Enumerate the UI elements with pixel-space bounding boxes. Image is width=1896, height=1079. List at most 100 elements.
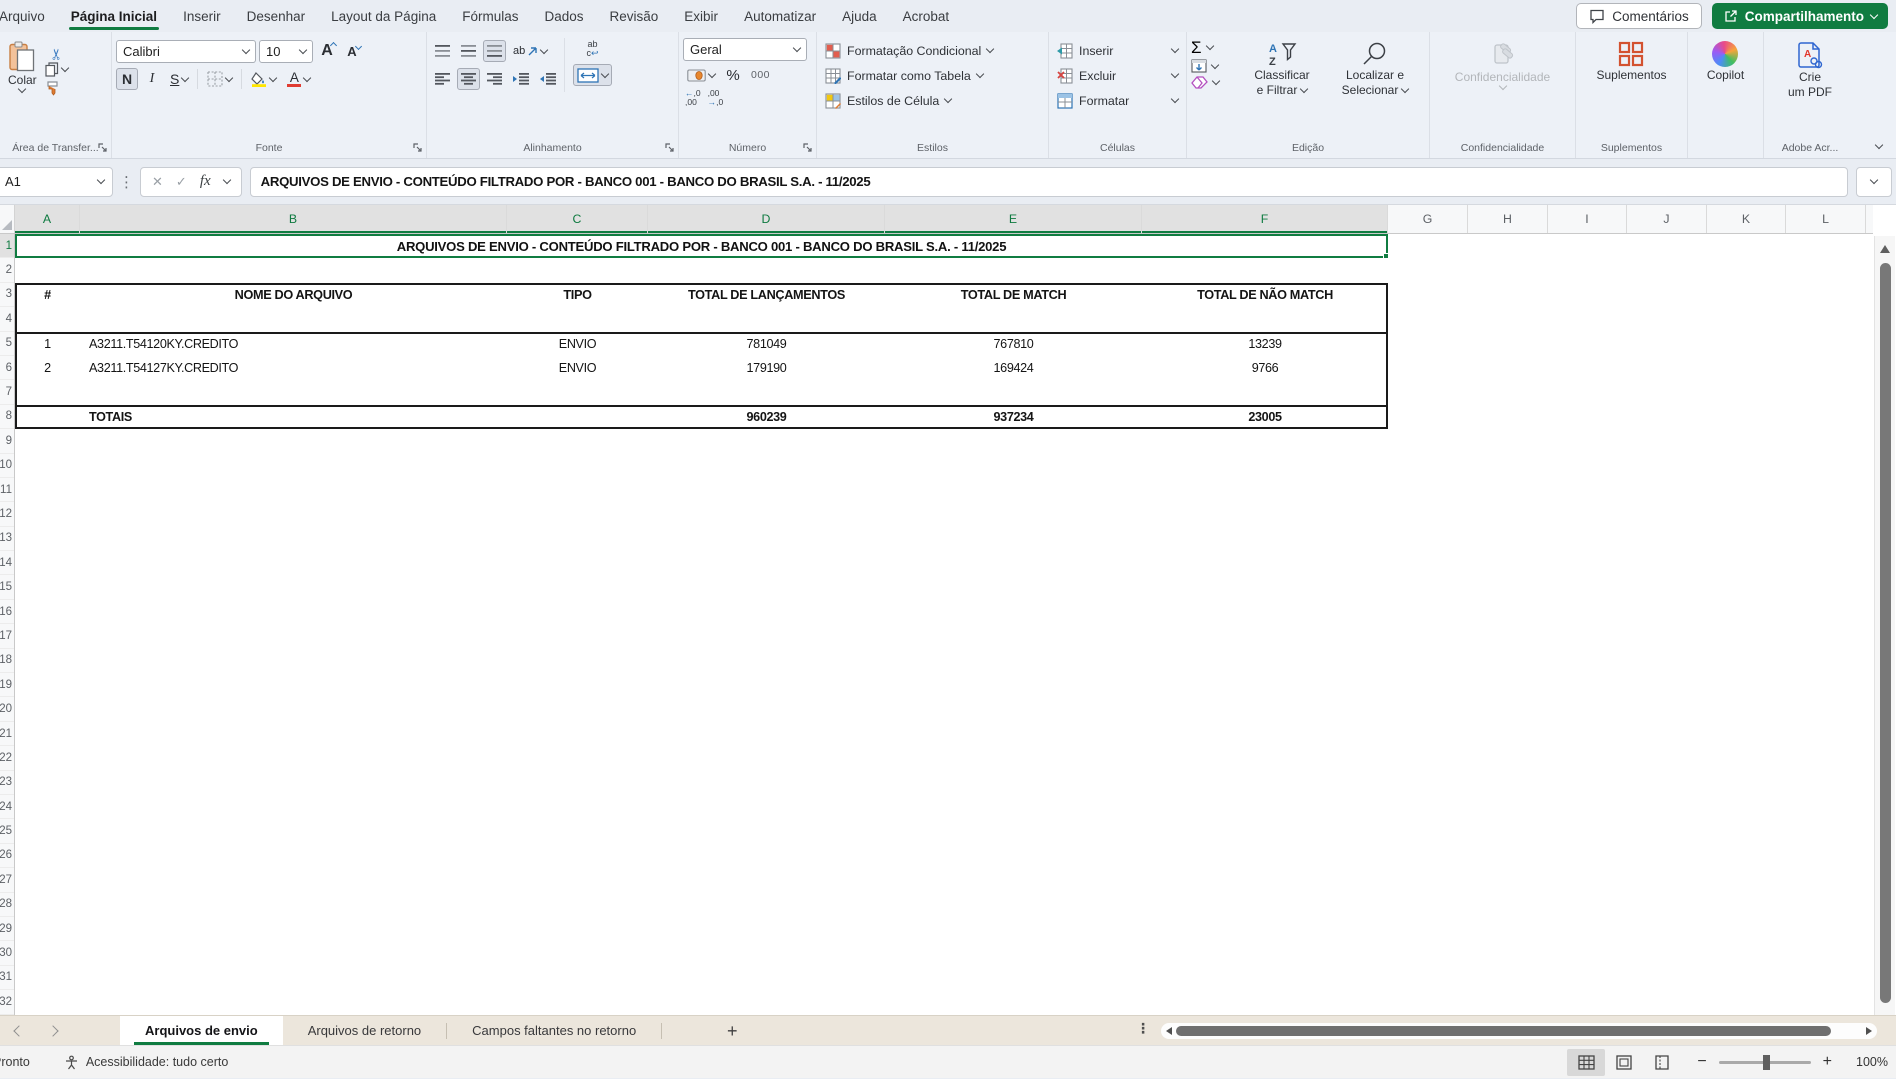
row-header-6[interactable]: 6 [0, 356, 14, 381]
row-header-12[interactable]: 12 [0, 502, 14, 527]
menu-tab-inserir[interactable]: Inserir [170, 0, 234, 32]
menu-tab-automatizar[interactable]: Automatizar [731, 0, 829, 32]
italic-button[interactable]: I [141, 68, 163, 90]
format-cells-button[interactable]: Formatar [1053, 88, 1182, 113]
font-size-select[interactable]: 10 [259, 39, 313, 63]
insert-cells-button[interactable]: Inserir [1053, 38, 1182, 63]
percent-icon[interactable]: % [722, 64, 744, 86]
font-name-select[interactable]: Calibri [116, 39, 256, 63]
menu-tab-acrobat[interactable]: Acrobat [890, 0, 963, 32]
zoom-slider-thumb[interactable] [1762, 1054, 1770, 1070]
enter-icon[interactable]: ✓ [176, 174, 187, 190]
clear-button[interactable] [1191, 76, 1235, 89]
dialog-launcher-icon[interactable] [803, 143, 813, 153]
column-header-L[interactable]: L [1786, 205, 1866, 233]
row-header-13[interactable]: 13 [0, 527, 14, 552]
column-header-F[interactable]: F [1142, 205, 1388, 233]
row-header-3[interactable]: 3 [0, 283, 14, 308]
header-cell[interactable]: TOTAL DE NÃO MATCH [1142, 288, 1388, 302]
comments-button[interactable]: Comentários [1576, 3, 1702, 29]
scroll-right-icon[interactable] [1866, 1027, 1872, 1035]
row-header-21[interactable]: 21 [0, 722, 14, 747]
delete-cells-button[interactable]: Excluir [1053, 63, 1182, 88]
increase-decimal-icon[interactable]: ←,0,00 [683, 89, 703, 107]
empty-row[interactable] [15, 258, 1388, 282]
totals-label[interactable]: TOTAIS [80, 410, 507, 424]
column-header-I[interactable]: I [1548, 205, 1627, 233]
row-header-9[interactable]: 9 [0, 429, 14, 454]
borders-button[interactable] [203, 68, 236, 90]
row-header-29[interactable]: 29 [0, 917, 14, 942]
column-header-B[interactable]: B [80, 205, 507, 233]
empty-row[interactable] [15, 380, 1388, 404]
zoom-out-button[interactable]: − [1697, 1054, 1706, 1070]
menu-tab-ajuda[interactable]: Ajuda [829, 0, 890, 32]
create-pdf-button[interactable]: A Crie um PDF [1784, 38, 1836, 102]
row-header-7[interactable]: 7 [0, 380, 14, 405]
format-as-table-button[interactable]: Formatar como Tabela [821, 63, 1044, 88]
row-header-14[interactable]: 14 [0, 551, 14, 576]
cell[interactable]: A3211.T54127KY.CREDITO [80, 361, 507, 375]
sheet-tab-arquivos-de-retorno[interactable]: Arquivos de retorno [283, 1016, 446, 1045]
cell[interactable]: ENVIO [507, 337, 648, 351]
cell[interactable]: A3211.T54120KY.CREDITO [80, 337, 507, 351]
menu-tab-dados[interactable]: Dados [531, 0, 596, 32]
dialog-launcher-icon[interactable] [98, 143, 108, 153]
menu-tab-formulas[interactable]: Fórmulas [449, 0, 531, 32]
scroll-up-icon[interactable] [1880, 245, 1890, 253]
add-sheet-button[interactable]: + [717, 1022, 747, 1040]
align-center-icon[interactable] [457, 68, 480, 90]
zoom-in-button[interactable]: + [1823, 1054, 1832, 1070]
paste-button[interactable]: Colar [4, 38, 41, 96]
number-format-select[interactable]: Geral [683, 38, 807, 61]
decrease-font-icon[interactable]: A [341, 40, 363, 62]
row-header-19[interactable]: 19 [0, 673, 14, 698]
column-header-D[interactable]: D [648, 205, 885, 233]
column-header-G[interactable]: G [1388, 205, 1468, 233]
find-select-button[interactable]: Localizar e Selecionar [1329, 38, 1421, 100]
fill-button[interactable] [1191, 59, 1235, 73]
row-header-4[interactable]: 4 [0, 307, 14, 332]
title-cell[interactable]: ARQUIVOS DE ENVIO - CONTEÚDO FILTRADO PO… [15, 234, 1389, 260]
vertical-scrollbar[interactable] [1874, 236, 1895, 1015]
row-header-18[interactable]: 18 [0, 649, 14, 674]
cell[interactable]: 781049 [648, 337, 885, 351]
menu-tab-desenhar[interactable]: Desenhar [234, 0, 319, 32]
page-layout-view-button[interactable] [1605, 1049, 1643, 1076]
align-right-icon[interactable] [483, 68, 506, 90]
cell[interactable]: 767810 [885, 337, 1142, 351]
sort-filter-button[interactable]: AZ Classificar e Filtrar [1237, 38, 1327, 100]
page-break-view-button[interactable] [1643, 1049, 1681, 1076]
row-header-28[interactable]: 28 [0, 893, 14, 917]
align-bottom-icon[interactable] [483, 40, 506, 62]
align-top-icon[interactable] [431, 40, 454, 62]
orientation-icon[interactable]: ab [509, 40, 551, 62]
row-header-24[interactable]: 24 [0, 795, 14, 820]
copy-button[interactable] [45, 62, 69, 77]
align-left-icon[interactable] [431, 68, 454, 90]
increase-indent-icon[interactable] [536, 68, 560, 90]
cancel-icon[interactable]: ✕ [152, 174, 163, 190]
sheet-nav-right-icon[interactable] [38, 1016, 68, 1045]
row-header-26[interactable]: 26 [0, 844, 14, 869]
cell[interactable]: 1 [15, 337, 80, 351]
totals-cell[interactable]: 937234 [885, 410, 1142, 424]
decrease-indent-icon[interactable] [509, 68, 533, 90]
thousands-separator-icon[interactable]: 000 [747, 64, 774, 86]
totals-cell[interactable]: 960239 [648, 410, 885, 424]
menu-tab-pagina-inicial[interactable]: Página Inicial [58, 0, 170, 32]
format-painter-icon[interactable] [45, 81, 60, 96]
sheet-nav-left-icon[interactable] [4, 1016, 34, 1045]
cut-icon[interactable]: ✂ [47, 38, 65, 61]
wrap-text-icon[interactable]: ab c↩ [582, 38, 604, 60]
scroll-left-icon[interactable] [1166, 1027, 1172, 1035]
select-all-corner[interactable] [0, 205, 15, 233]
menu-tab-revisao[interactable]: Revisão [597, 0, 672, 32]
copilot-button[interactable]: Copilot [1703, 38, 1748, 85]
row-header-5[interactable]: 5 [0, 332, 14, 356]
fill-color-button[interactable] [247, 68, 280, 90]
row-header-11[interactable]: 11 [0, 478, 14, 503]
row-header-8[interactable]: 8 [0, 405, 14, 430]
sheet-tab-campos-faltantes-no-retorno[interactable]: Campos faltantes no retorno [447, 1016, 661, 1045]
menu-tab-layout-da-pagina[interactable]: Layout da Página [318, 0, 449, 32]
